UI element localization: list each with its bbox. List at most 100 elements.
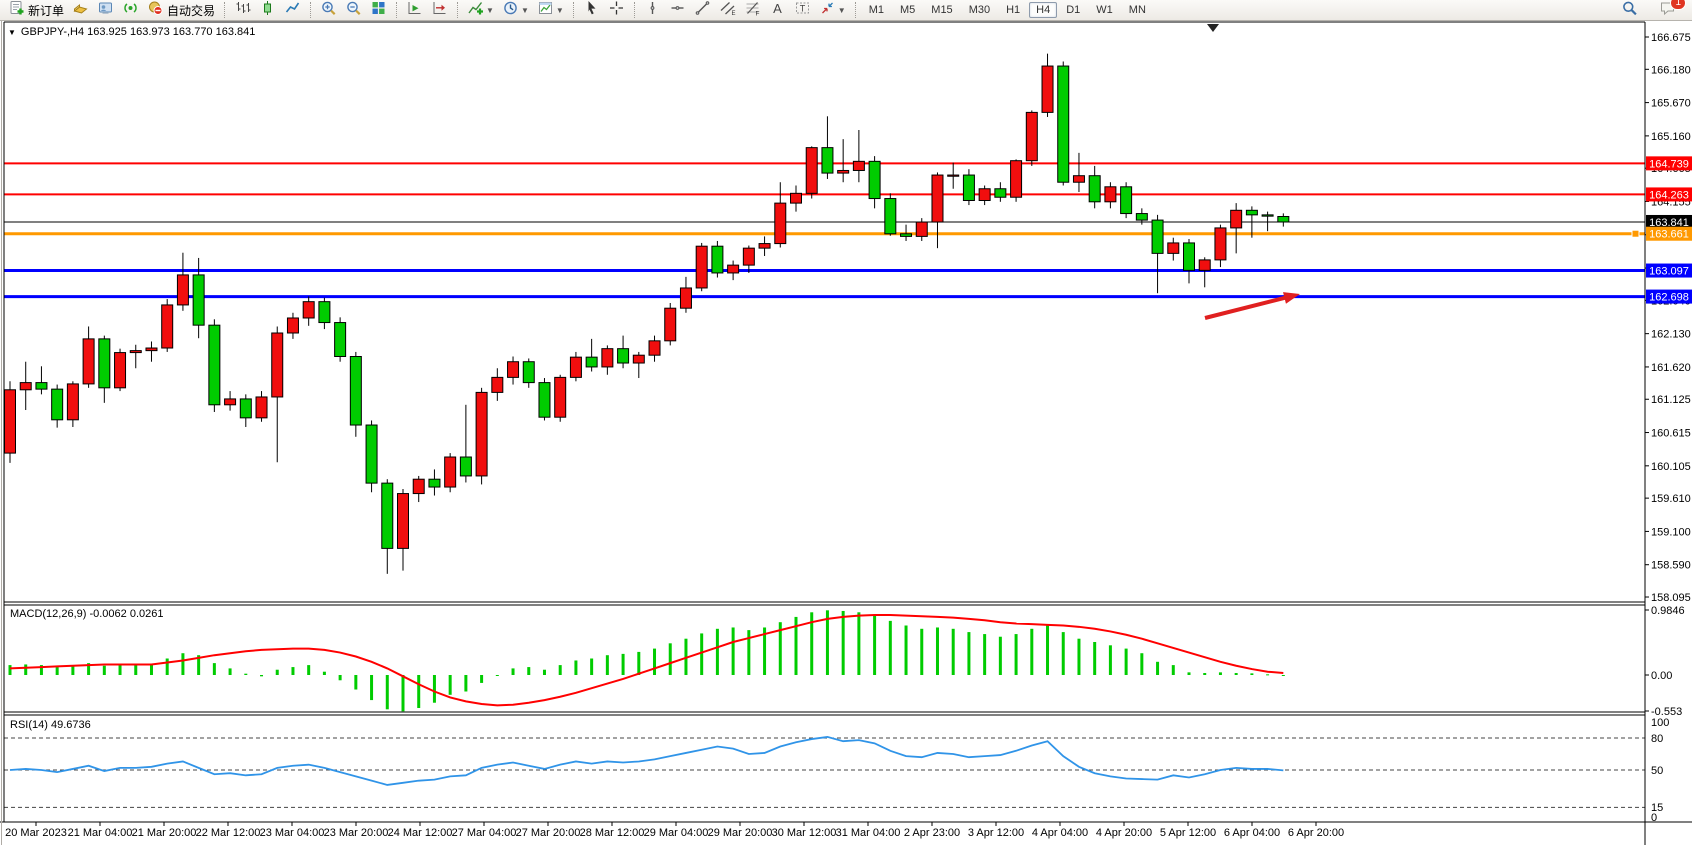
timeframe-mn-button[interactable]: MN <box>1122 2 1153 18</box>
macd-bar <box>291 667 294 675</box>
line-chart-button[interactable] <box>281 1 304 20</box>
templates-button[interactable]: ▼ <box>534 1 567 20</box>
toolbar-separator <box>855 2 856 18</box>
macd-bar <box>732 627 735 675</box>
candle-body <box>1136 214 1147 221</box>
periods-button[interactable]: ▼ <box>499 1 532 20</box>
community-button[interactable]: 1 <box>1656 1 1679 20</box>
auto-trading-button[interactable]: 自动交易 <box>144 1 218 20</box>
price-badge-label: 163.097 <box>1649 266 1689 278</box>
candle-body <box>1246 210 1257 215</box>
macd-bar <box>181 653 184 675</box>
zoom-out-button[interactable] <box>342 1 365 20</box>
periods-dropdown-caret[interactable]: ▼ <box>521 6 529 15</box>
candle-body <box>1215 228 1226 260</box>
time-tick-label: 28 Mar 12:00 <box>580 827 645 839</box>
candle-body <box>335 323 346 357</box>
timeframe-m5-button[interactable]: M5 <box>893 2 922 18</box>
macd-bar <box>716 629 719 675</box>
macd-bar <box>244 674 247 675</box>
timeframe-m30-button[interactable]: M30 <box>962 2 997 18</box>
bar-chart-button[interactable] <box>231 1 254 20</box>
channel-button[interactable]: E <box>716 1 739 20</box>
indicators-button[interactable]: ▼ <box>464 1 497 20</box>
arrows-button[interactable]: ▼ <box>816 1 849 20</box>
trendline-button[interactable] <box>691 1 714 20</box>
timeframe-m1-button[interactable]: M1 <box>862 2 891 18</box>
collapse-triangle-icon[interactable]: ▼ <box>8 28 16 37</box>
candle-body <box>1262 215 1273 216</box>
candle-body <box>382 483 393 548</box>
horizontal-line-button[interactable] <box>666 1 689 20</box>
macd-bar <box>354 675 357 690</box>
time-tick-label: 20 Mar 2023 <box>5 827 67 839</box>
timeframe-h1-button[interactable]: H1 <box>999 2 1027 18</box>
signals-button[interactable] <box>119 1 142 20</box>
candle-body <box>948 175 959 176</box>
symbol-ohlc-text: GBPJPY-,H4 163.925 163.973 163.770 163.8… <box>21 26 255 38</box>
hline-handle[interactable] <box>1632 230 1639 237</box>
search-button[interactable] <box>1618 1 1641 20</box>
macd-bar <box>150 664 153 675</box>
macd-bar <box>559 665 562 675</box>
candle-body <box>696 246 707 288</box>
fibonacci-button[interactable]: F <box>741 1 764 20</box>
text-label-button[interactable]: T <box>791 1 814 20</box>
chart-shift-icon <box>431 0 448 21</box>
toolbar-separator <box>634 2 635 18</box>
candle-body <box>1152 220 1163 253</box>
candle-body <box>853 161 864 170</box>
auto-scroll-button[interactable] <box>403 1 426 20</box>
price-badge-label: 164.263 <box>1649 189 1689 201</box>
candle-body <box>1168 243 1179 253</box>
market-watch-button[interactable] <box>69 1 92 20</box>
timeframe-w1-button[interactable]: W1 <box>1089 2 1120 18</box>
time-tick-label: 2 Apr 23:00 <box>904 827 960 839</box>
text-button[interactable]: A <box>766 1 789 20</box>
timeframe-m15-button[interactable]: M15 <box>924 2 959 18</box>
candle-body <box>256 397 267 418</box>
templates-dropdown-caret[interactable]: ▼ <box>556 6 564 15</box>
time-tick-label: 23 Mar 20:00 <box>324 827 389 839</box>
search-icon <box>1621 0 1638 21</box>
macd-bar <box>574 660 577 675</box>
zoom-in-button[interactable] <box>317 1 340 20</box>
candle-body <box>225 399 236 405</box>
indicators-dropdown-caret[interactable]: ▼ <box>486 6 494 15</box>
candle-body <box>649 341 660 355</box>
candle-body <box>350 356 361 425</box>
rsi-indicator-label: RSI(14) 49.6736 <box>10 719 91 731</box>
candle-body <box>618 349 629 363</box>
macd-bar <box>952 629 955 675</box>
price-tick-label: 165.670 <box>1651 98 1691 110</box>
tile-windows-button[interactable] <box>367 1 390 20</box>
toolbar-separator <box>396 2 397 18</box>
navigator-button[interactable] <box>94 1 117 20</box>
chart-background <box>0 21 1692 847</box>
macd-bar <box>1046 626 1049 676</box>
chart-canvas[interactable]: 166.675166.180165.670165.160164.665164.1… <box>0 0 1692 847</box>
new-order-button[interactable]: 新订单 <box>5 1 67 20</box>
candlestick-chart-button[interactable] <box>256 1 279 20</box>
macd-bar <box>276 670 279 675</box>
macd-bar <box>480 675 483 683</box>
macd-bar <box>983 634 986 675</box>
cursor-button[interactable] <box>580 1 603 20</box>
crosshair-button[interactable] <box>605 1 628 20</box>
candle-body <box>555 377 566 417</box>
candle-body <box>476 392 487 476</box>
time-tick-label: 27 Mar 04:00 <box>452 827 517 839</box>
candle-body <box>36 383 47 390</box>
arrows-dropdown-caret[interactable]: ▼ <box>838 6 846 15</box>
timeframe-d1-button[interactable]: D1 <box>1059 2 1087 18</box>
vertical-line-button[interactable] <box>641 1 664 20</box>
macd-bar <box>166 659 169 676</box>
macd-bar <box>1235 673 1238 675</box>
chart-shift-button[interactable] <box>428 1 451 20</box>
macd-bar <box>119 665 122 675</box>
candle-body <box>319 302 330 323</box>
candle-body <box>869 161 880 198</box>
timeframe-h4-button[interactable]: H4 <box>1029 2 1057 18</box>
candle-body <box>885 199 896 234</box>
price-tick-label: 166.675 <box>1651 32 1691 44</box>
